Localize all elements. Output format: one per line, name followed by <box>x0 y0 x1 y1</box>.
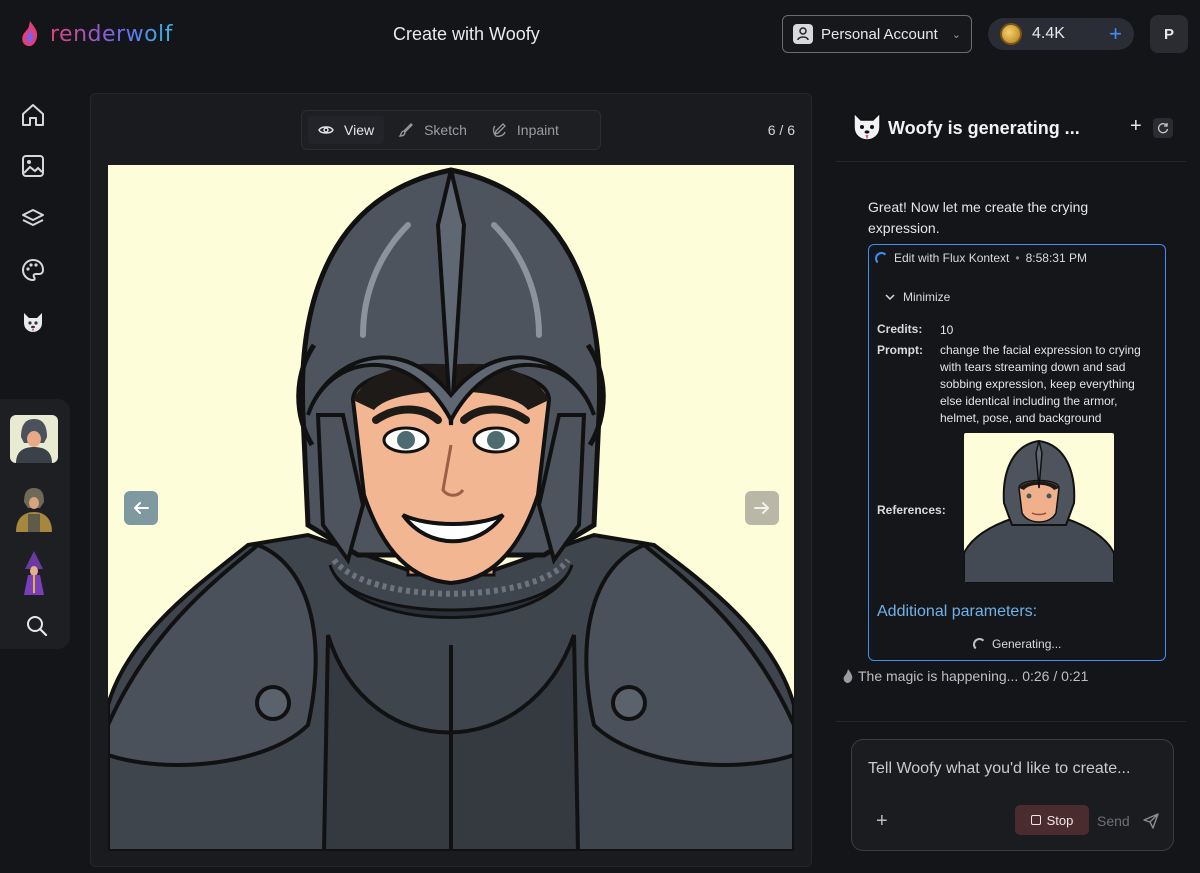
mode-toolbar: View Sketch Inpaint <box>301 110 601 150</box>
image-counter: 6 / 6 <box>767 122 795 138</box>
stop-icon <box>1030 815 1041 825</box>
divider <box>836 721 1186 722</box>
layers-icon[interactable] <box>18 203 48 233</box>
next-image-button[interactable] <box>745 491 779 525</box>
coin-icon <box>1000 23 1022 45</box>
user-icon <box>793 24 813 44</box>
send-label: Send <box>1097 813 1130 829</box>
attach-button[interactable]: + <box>876 810 888 833</box>
chevron-down-icon <box>885 294 895 301</box>
history-thumb-wizard-purple[interactable] <box>10 549 58 597</box>
brand-logo[interactable]: renderwolf <box>20 20 173 48</box>
progress-text: The magic is happening... 0:26 / 0:21 <box>858 668 1089 684</box>
dot-separator: • <box>1015 251 1020 265</box>
history-thumb-knight-gold[interactable] <box>10 484 58 532</box>
woofy-avatar-icon <box>853 111 881 141</box>
canvas-panel: View Sketch Inpaint 6 / 6 <box>90 93 812 867</box>
refresh-icon[interactable] <box>1153 118 1173 138</box>
tab-view[interactable]: View <box>308 116 385 144</box>
top-bar: renderwolf Create with Woofy Personal Ac… <box>0 0 1200 70</box>
eye-icon <box>318 126 334 134</box>
inpaint-icon <box>492 123 506 137</box>
tab-sketch[interactable]: Sketch <box>388 116 477 144</box>
history-panel <box>0 399 70 649</box>
tab-inpaint-label: Inpaint <box>516 122 559 138</box>
tab-sketch-label: Sketch <box>424 122 467 138</box>
history-thumb-knight-smiling[interactable] <box>10 415 58 463</box>
arrow-right-icon <box>754 502 769 514</box>
credits-balance: 4.4K + <box>988 18 1134 50</box>
chevron-down-icon: ⌄ <box>951 28 961 41</box>
minimize-toggle[interactable]: Minimize <box>885 290 950 304</box>
woofy-icon[interactable] <box>18 307 48 337</box>
account-switcher-button[interactable]: Personal Account ⌄ <box>782 15 972 53</box>
add-credits-button[interactable]: + <box>1109 23 1122 45</box>
send-button[interactable]: Send <box>1097 812 1160 830</box>
credits-value: 4.4K <box>1032 25 1065 42</box>
flame-icon <box>843 669 853 683</box>
generating-label: Generating... <box>992 637 1062 651</box>
gallery-icon[interactable] <box>18 151 48 181</box>
arrow-left-icon <box>134 502 149 514</box>
account-label: Personal Account <box>821 25 938 43</box>
stop-button[interactable]: Stop <box>1015 805 1089 835</box>
prompt-label: Prompt: <box>877 343 923 357</box>
palette-icon[interactable] <box>18 255 48 285</box>
avatar[interactable]: P <box>1150 15 1188 53</box>
credits-value: 10 <box>940 323 954 337</box>
message-input[interactable]: Tell Woofy what you'd like to create... <box>868 760 1130 778</box>
page-title: Create with Woofy <box>393 24 540 44</box>
stop-label: Stop <box>1046 812 1074 828</box>
tab-inpaint[interactable]: Inpaint <box>481 116 569 144</box>
brand-name: renderwolf <box>50 21 173 47</box>
search-icon[interactable] <box>22 611 52 641</box>
brush-icon <box>398 123 414 137</box>
reference-image[interactable] <box>964 433 1114 583</box>
new-chat-button[interactable]: + <box>1130 115 1142 138</box>
tool-call-card: Edit with Flux Kontext • 8:58:31 PM Mini… <box>868 244 1166 661</box>
tab-view-label: View <box>344 122 375 138</box>
minimize-label: Minimize <box>903 290 951 304</box>
chat-header: Woofy is generating ... + <box>836 105 1186 155</box>
home-icon[interactable] <box>18 100 48 130</box>
send-icon <box>1143 813 1159 829</box>
references-label: References: <box>877 503 946 517</box>
tool-call-header: Edit with Flux Kontext • 8:58:31 PM <box>875 251 1087 265</box>
chat-title: Woofy is generating ... <box>888 118 1080 138</box>
progress-status: The magic is happening... 0:26 / 0:21 <box>842 668 1088 684</box>
assistant-message: Great! Now let me create the crying expr… <box>868 199 1089 236</box>
previous-image-button[interactable] <box>124 491 158 525</box>
loading-spinner-icon <box>973 637 986 651</box>
loading-spinner-icon <box>875 251 888 265</box>
additional-parameters-link[interactable]: Additional parameters: <box>877 603 1037 621</box>
flame-logo-icon <box>22 21 38 47</box>
tool-name: Edit with Flux Kontext <box>894 251 1010 265</box>
generated-image <box>108 165 794 851</box>
tool-time: 8:58:31 PM <box>1025 251 1087 265</box>
credits-label: Credits: <box>877 322 923 336</box>
chat-panel: Woofy is generating ... + Great! Now let… <box>836 93 1186 873</box>
divider <box>836 161 1186 162</box>
prompt-value: change the facial expression to crying w… <box>940 343 1141 425</box>
generating-status: Generating... <box>973 637 1061 651</box>
message-composer: Tell Woofy what you'd like to create... … <box>851 739 1174 851</box>
